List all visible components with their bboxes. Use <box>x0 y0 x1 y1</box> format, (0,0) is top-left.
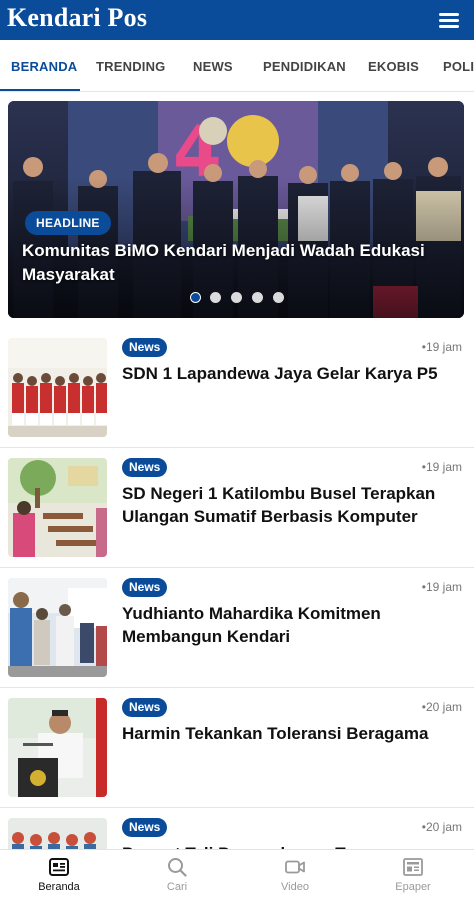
nav-label: Beranda <box>38 881 80 893</box>
headline-title[interactable]: Komunitas BiMO Kendari Menjadi Wadah Edu… <box>22 239 452 287</box>
carousel-dot-5[interactable] <box>273 292 284 303</box>
tab-trending[interactable]: TRENDING <box>96 40 166 91</box>
video-icon <box>285 860 305 874</box>
timestamp: •19 jam <box>421 460 462 474</box>
category-badge[interactable]: News <box>122 698 168 717</box>
carousel-dot-1[interactable] <box>190 292 201 303</box>
news-thumbnail <box>8 458 107 557</box>
list-item[interactable]: News •19 jam Yudhianto Mahardika Komitme… <box>0 568 474 688</box>
search-icon <box>168 858 187 877</box>
list-item[interactable]: News •19 jam SD Negeri 1 Katilombu Busel… <box>0 448 474 568</box>
nav-epaper[interactable]: Epaper <box>354 850 472 898</box>
timestamp: •19 jam <box>421 580 462 594</box>
news-thumbnail <box>8 698 107 797</box>
nav-label: Epaper <box>395 881 431 893</box>
category-badge[interactable]: News <box>122 818 168 837</box>
news-thumbnail <box>8 338 107 437</box>
category-badge[interactable]: News <box>122 578 168 597</box>
news-title[interactable]: Harmin Tekankan Toleransi Beragama <box>122 722 462 745</box>
timestamp: •20 jam <box>421 700 462 714</box>
hamburger-menu-icon[interactable] <box>436 7 462 33</box>
category-badge[interactable]: News <box>122 338 168 357</box>
active-tab-indicator <box>0 89 80 91</box>
bottom-navigation: Beranda Cari Video Epaper <box>0 849 474 898</box>
list-item[interactable]: News •20 jam Harmin Tekankan Toleransi B… <box>0 688 474 808</box>
nav-label: Cari <box>166 881 188 893</box>
nav-label: Video <box>281 881 309 893</box>
nav-cari[interactable]: Cari <box>118 850 236 898</box>
tab-pendidikan[interactable]: PENDIDIKAN <box>263 40 346 91</box>
headline-badge: HEADLINE <box>25 211 111 235</box>
news-title[interactable]: SD Negeri 1 Katilombu Busel Terapkan Ula… <box>122 482 462 528</box>
tab-news[interactable]: NEWS <box>193 40 233 91</box>
news-title[interactable]: SDN 1 Lapandewa Jaya Gelar Karya P5 <box>122 362 462 385</box>
home-news-icon <box>49 858 69 876</box>
carousel-dot-4[interactable] <box>252 292 263 303</box>
app-bar: Kendari Pos <box>0 0 474 40</box>
timestamp: •19 jam <box>421 340 462 354</box>
brand-logo[interactable]: Kendari Pos <box>7 3 147 33</box>
tab-beranda[interactable]: BERANDA <box>11 40 77 91</box>
nav-video[interactable]: Video <box>236 850 354 898</box>
tab-ekobis[interactable]: EKOBIS <box>368 40 419 91</box>
tab-politik[interactable]: POLI <box>443 40 474 91</box>
timestamp: •20 jam <box>421 820 462 834</box>
category-badge[interactable]: News <box>122 458 168 477</box>
carousel-dot-2[interactable] <box>210 292 221 303</box>
list-item[interactable]: News •19 jam SDN 1 Lapandewa Jaya Gelar … <box>0 328 474 448</box>
nav-beranda[interactable]: Beranda <box>0 850 118 898</box>
newspaper-icon <box>403 858 423 876</box>
headline-carousel[interactable]: 4 HEADLIN <box>8 101 464 318</box>
category-tabs: BERANDA TRENDING NEWS PENDIDIKAN EKOBIS … <box>0 40 474 92</box>
news-title[interactable]: Yudhianto Mahardika Komitmen Membangun K… <box>122 602 462 648</box>
news-thumbnail <box>8 578 107 677</box>
carousel-dot-3[interactable] <box>231 292 242 303</box>
